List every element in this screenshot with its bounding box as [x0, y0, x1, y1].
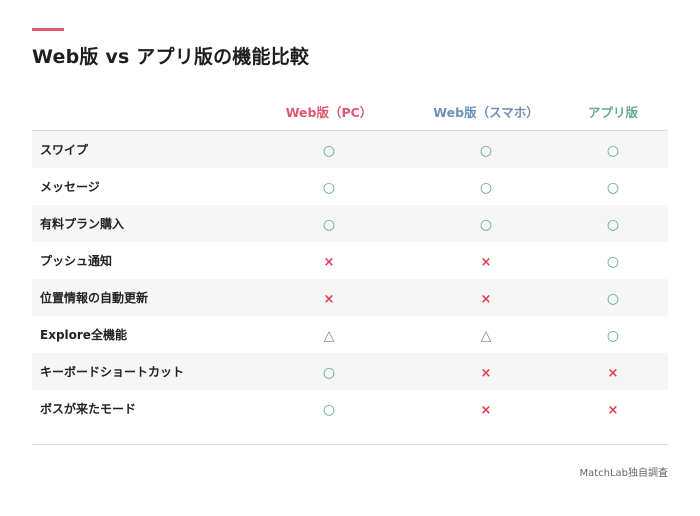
support-cell: ○ — [414, 140, 558, 159]
support-cell: ○ — [244, 399, 414, 418]
unsupported-mark: × — [607, 366, 619, 381]
support-cell: ○ — [558, 288, 668, 307]
support-cell: ○ — [558, 140, 668, 159]
supported-mark: ○ — [606, 180, 620, 196]
feature-label: キーボードショートカット — [40, 365, 185, 379]
support-cell: × — [414, 251, 558, 270]
partial-mark: △ — [480, 328, 492, 344]
table-body: スワイプ ○ ○ ○ メッセージ ○ ○ ○ 有料プラン購入 ○ ○ ○ プッシュ通知 × × ○ 位置情報の自… — [32, 131, 668, 427]
feature-label: プッシュ通知 — [40, 254, 113, 268]
support-cell: ○ — [414, 177, 558, 196]
feature-label: Explore全機能 — [40, 328, 127, 342]
support-cell: ○ — [244, 362, 414, 381]
support-cell: ○ — [558, 251, 668, 270]
unsupported-mark: × — [480, 366, 492, 381]
unsupported-mark: × — [323, 292, 335, 307]
table-header: Web版（PC） Web版（スマホ） アプリ版 — [32, 92, 668, 131]
supported-mark: ○ — [606, 328, 620, 344]
supported-mark: ○ — [322, 217, 336, 233]
support-cell: × — [244, 288, 414, 307]
feature-label: 有料プラン購入 — [40, 217, 125, 231]
unsupported-mark: × — [480, 292, 492, 307]
table-row: Explore全機能 △ △ ○ — [32, 316, 668, 353]
partial-mark: △ — [323, 328, 335, 344]
feature-label: 位置情報の自動更新 — [40, 291, 149, 305]
title-accent-bar — [32, 28, 64, 31]
unsupported-mark: × — [607, 403, 619, 418]
support-cell: ○ — [244, 140, 414, 159]
table-row: 有料プラン購入 ○ ○ ○ — [32, 205, 668, 242]
unsupported-mark: × — [323, 255, 335, 270]
supported-mark: ○ — [606, 254, 620, 270]
table-row: プッシュ通知 × × ○ — [32, 242, 668, 279]
feature-label: ボスが来たモード — [40, 402, 137, 416]
header-app: アプリ版 — [587, 104, 638, 120]
table-row: 位置情報の自動更新 × × ○ — [32, 279, 668, 316]
unsupported-mark: × — [480, 403, 492, 418]
source-note: MatchLab独自調査 — [579, 468, 668, 479]
supported-mark: ○ — [606, 217, 620, 233]
supported-mark: ○ — [322, 143, 336, 159]
header-web-pc: Web版（PC） — [285, 104, 373, 120]
support-cell: × — [414, 362, 558, 381]
support-cell: × — [558, 362, 668, 381]
support-cell: × — [244, 251, 414, 270]
table-row: メッセージ ○ ○ ○ — [32, 168, 668, 205]
support-cell: ○ — [244, 214, 414, 233]
supported-mark: ○ — [322, 402, 336, 418]
support-cell: ○ — [414, 214, 558, 233]
table-bottom-divider — [32, 444, 668, 445]
feature-label: メッセージ — [40, 180, 100, 194]
support-cell: ○ — [558, 177, 668, 196]
support-cell: ○ — [558, 214, 668, 233]
page-title: Web版 vs アプリ版の機能比較 — [32, 46, 310, 68]
table-row: スワイプ ○ ○ ○ — [32, 131, 668, 168]
table-row: ボスが来たモード ○ × × — [32, 390, 668, 427]
support-cell: △ — [414, 325, 558, 344]
support-cell: × — [414, 288, 558, 307]
header-web-smartphone: Web版（スマホ） — [433, 104, 539, 120]
comparison-table: Web版（PC） Web版（スマホ） アプリ版 スワイプ ○ ○ ○ メッセージ ○ ○ ○ 有… — [32, 92, 668, 427]
support-cell: △ — [244, 325, 414, 344]
supported-mark: ○ — [322, 180, 336, 196]
table-row: キーボードショートカット ○ × × — [32, 353, 668, 390]
support-cell: × — [558, 399, 668, 418]
supported-mark: ○ — [479, 180, 493, 196]
supported-mark: ○ — [606, 143, 620, 159]
feature-label: スワイプ — [40, 143, 89, 157]
support-cell: × — [414, 399, 558, 418]
unsupported-mark: × — [480, 255, 492, 270]
supported-mark: ○ — [322, 365, 336, 381]
supported-mark: ○ — [606, 291, 620, 307]
support-cell: ○ — [244, 177, 414, 196]
supported-mark: ○ — [479, 143, 493, 159]
supported-mark: ○ — [479, 217, 493, 233]
support-cell: ○ — [558, 325, 668, 344]
